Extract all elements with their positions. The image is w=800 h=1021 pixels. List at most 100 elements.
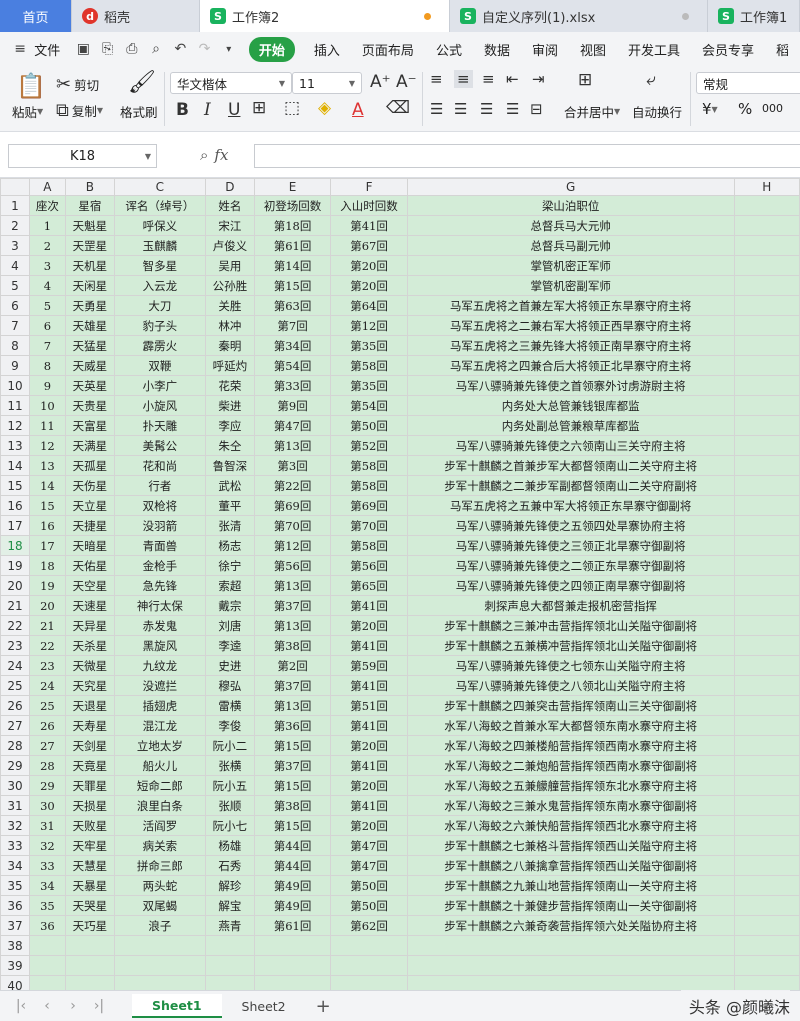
table-cell[interactable]: 第47回 (253, 415, 332, 436)
table-cell[interactable]: 步军十麒麟之八兼擒拿营指挥领西山关隘守御副将 (406, 855, 735, 876)
name-box[interactable]: K18 ▼ (8, 144, 157, 168)
hamburger-menu-icon[interactable]: ≡ (10, 38, 30, 60)
table-cell[interactable]: 第20回 (330, 775, 408, 796)
table-cell[interactable] (733, 255, 800, 276)
justify-icon[interactable]: ☰ (506, 100, 519, 118)
menu-view[interactable]: 视图 (569, 40, 617, 59)
table-cell[interactable] (330, 975, 408, 990)
row-header[interactable]: 17 (0, 515, 30, 536)
table-cell[interactable]: 第22回 (253, 475, 332, 496)
table-cell[interactable]: 天威星 (64, 355, 115, 376)
table-cell[interactable] (733, 215, 800, 236)
column-header-h[interactable]: H (733, 178, 800, 196)
table-cell[interactable]: 第15回 (253, 735, 332, 756)
table-cell[interactable]: 第12回 (253, 535, 332, 556)
table-cell[interactable] (406, 935, 735, 956)
table-cell[interactable]: 马军八骠骑兼先锋使之六领南山三关守府主将 (406, 435, 735, 456)
table-cell[interactable] (733, 495, 800, 516)
table-cell[interactable]: 马军八骠骑兼先锋使之七领东山关隘守府主将 (406, 655, 735, 676)
row-header[interactable]: 20 (0, 575, 30, 596)
table-cell[interactable]: 入山时回数 (330, 195, 408, 216)
table-cell[interactable]: 公孙胜 (204, 275, 255, 296)
table-cell[interactable]: 索超 (204, 575, 255, 596)
save-icon[interactable]: ▣ (73, 38, 93, 60)
table-cell[interactable]: 1 (28, 215, 66, 236)
table-cell[interactable]: 14 (28, 475, 66, 496)
menu-developer[interactable]: 开发工具 (617, 40, 691, 59)
row-header[interactable]: 40 (0, 975, 30, 990)
table-cell[interactable]: 第3回 (253, 455, 332, 476)
table-cell[interactable]: 马军八骠骑兼先锋使之首领寨外讨虏游尉主将 (406, 375, 735, 396)
table-cell[interactable]: 第2回 (253, 655, 332, 676)
row-header[interactable]: 8 (0, 335, 30, 356)
table-cell[interactable]: 第63回 (253, 295, 332, 316)
align-right-icon[interactable]: ☰ (480, 100, 493, 118)
table-cell[interactable]: 关胜 (204, 295, 255, 316)
row-header[interactable]: 32 (0, 815, 30, 836)
row-header[interactable]: 24 (0, 655, 30, 676)
table-cell[interactable]: 天魁星 (64, 215, 115, 236)
table-cell[interactable]: 马军五虎将之二兼右军大将领正西旱寨守府主将 (406, 315, 735, 336)
table-cell[interactable]: 马军八骠骑兼先锋使之三领正北旱寨守御副将 (406, 535, 735, 556)
table-cell[interactable]: 马军五虎将之四兼合后大将领正北旱寨守府主将 (406, 355, 735, 376)
row-header[interactable]: 18 (0, 535, 30, 556)
table-cell[interactable]: 天雄星 (64, 315, 115, 336)
table-cell[interactable]: 天究星 (64, 675, 115, 696)
table-cell[interactable] (406, 975, 735, 990)
table-cell[interactable] (733, 375, 800, 396)
table-cell[interactable] (733, 675, 800, 696)
table-cell[interactable]: 总督兵马副元帅 (406, 235, 735, 256)
table-cell[interactable]: 内务处副总管兼粮草库都监 (406, 415, 735, 436)
percent-button[interactable]: % (738, 100, 752, 118)
prev-sheet-icon[interactable]: ‹ (34, 998, 60, 1014)
tab-custom-series[interactable]: S 自定义序列(1).xlsx (450, 0, 708, 32)
column-header-c[interactable]: C (113, 178, 206, 196)
increase-font-icon[interactable]: A⁺ (370, 72, 391, 92)
align-middle-icon[interactable]: ≡ (454, 70, 473, 88)
table-cell[interactable] (733, 435, 800, 456)
table-cell[interactable]: 马军八骠骑兼先锋使之五领四处旱寨协府主将 (406, 515, 735, 536)
table-cell[interactable]: 船火儿 (113, 755, 206, 776)
table-cell[interactable]: 病关索 (113, 835, 206, 856)
table-cell[interactable]: 19 (28, 575, 66, 596)
font-size-select[interactable]: 11 ▼ (292, 72, 362, 94)
table-cell[interactable] (113, 955, 206, 976)
table-cell[interactable] (733, 315, 800, 336)
row-header[interactable]: 33 (0, 835, 30, 856)
table-cell[interactable]: 第13回 (253, 695, 332, 716)
table-cell[interactable]: 赤发鬼 (113, 615, 206, 636)
menu-member[interactable]: 会员专享 (691, 40, 765, 59)
row-header[interactable]: 12 (0, 415, 30, 436)
row-header[interactable]: 34 (0, 855, 30, 876)
table-cell[interactable] (253, 955, 332, 976)
table-cell[interactable]: 水军八海蛟之六兼快船营指挥领西北水寨守府主将 (406, 815, 735, 836)
table-cell[interactable]: 天败星 (64, 815, 115, 836)
table-cell[interactable]: 天满星 (64, 435, 115, 456)
formula-fx[interactable]: ⌕ fx (200, 146, 228, 164)
table-cell[interactable]: 天退星 (64, 695, 115, 716)
table-cell[interactable]: 步军十麒麟之三兼冲击营指挥领北山关隘守御副将 (406, 615, 735, 636)
table-cell[interactable]: 第18回 (253, 215, 332, 236)
table-cell[interactable] (733, 715, 800, 736)
table-cell[interactable]: 第7回 (253, 315, 332, 336)
table-cell[interactable]: 内务处大总管兼钱银库都监 (406, 395, 735, 416)
table-cell[interactable] (204, 955, 255, 976)
table-cell[interactable]: 第41回 (330, 755, 408, 776)
table-cell[interactable]: 初登场回数 (253, 195, 332, 216)
table-cell[interactable]: 31 (28, 815, 66, 836)
table-cell[interactable]: 天竟星 (64, 755, 115, 776)
table-cell[interactable]: 天杀星 (64, 635, 115, 656)
table-cell[interactable]: 26 (28, 715, 66, 736)
table-cell[interactable]: 美髯公 (113, 435, 206, 456)
tab-workbook2[interactable]: S 工作簿2 (200, 0, 450, 32)
table-cell[interactable]: 大刀 (113, 295, 206, 316)
table-cell[interactable] (733, 575, 800, 596)
table-cell[interactable] (733, 455, 800, 476)
table-cell[interactable] (733, 695, 800, 716)
table-cell[interactable]: 32 (28, 835, 66, 856)
table-cell[interactable]: 天孤星 (64, 455, 115, 476)
row-header[interactable]: 31 (0, 795, 30, 816)
wrap-text-icon[interactable]: ⤶ (646, 70, 656, 90)
table-cell[interactable]: 15 (28, 495, 66, 516)
row-header[interactable]: 35 (0, 875, 30, 896)
